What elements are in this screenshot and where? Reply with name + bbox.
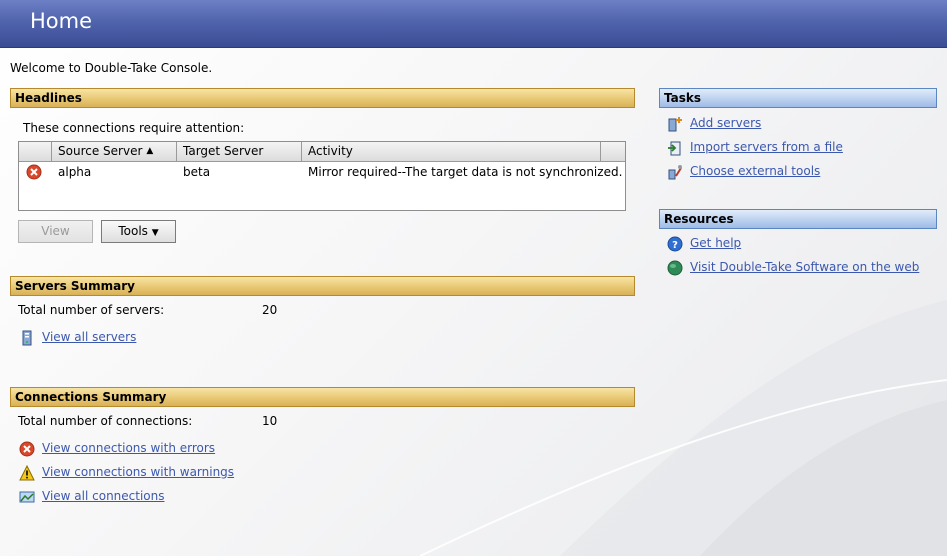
grid-header: Source Server ▲ Target Server Activity [19, 142, 625, 162]
view-all-servers-link[interactable]: View all servers [42, 330, 136, 344]
view-all-connections-link[interactable]: View all connections [42, 489, 165, 503]
servers-summary-header: Servers Summary [10, 276, 635, 296]
view-connections-errors-link[interactable]: View connections with errors [42, 441, 215, 455]
add-server-icon [668, 117, 682, 132]
grid-header-filler [601, 142, 625, 161]
connections-icon [19, 491, 35, 503]
warning-icon [19, 465, 35, 481]
connections-summary-header: Connections Summary [10, 387, 635, 407]
help-icon: ? [667, 236, 683, 252]
tools-button[interactable]: Tools ▼ [101, 220, 176, 243]
row-activity: Mirror required--The target data is not … [308, 165, 623, 179]
row-target-server: beta [183, 165, 211, 179]
error-icon [26, 164, 42, 180]
sort-ascending-icon: ▲ [146, 146, 154, 156]
view-connections-warnings-link[interactable]: View connections with warnings [42, 465, 234, 479]
servers-total-value: 20 [262, 303, 278, 317]
connections-total-value: 10 [262, 414, 278, 428]
resources-header: Resources [659, 209, 937, 229]
import-icon [668, 141, 681, 156]
server-icon [22, 330, 32, 346]
visit-website-link[interactable]: Visit Double-Take Software on the web [690, 260, 919, 274]
grid-header-source-label: Source Server [58, 144, 143, 158]
row-source-server: alpha [58, 165, 92, 179]
page-title: Home [30, 9, 93, 33]
tasks-header: Tasks [659, 88, 937, 108]
headlines-header: Headlines [10, 88, 635, 108]
add-servers-link[interactable]: Add servers [690, 116, 761, 130]
globe-icon [667, 260, 683, 276]
error-icon [19, 441, 35, 457]
import-servers-link[interactable]: Import servers from a file [690, 140, 843, 154]
get-help-link[interactable]: Get help [690, 236, 741, 250]
grid-header-source-server[interactable]: Source Server ▲ [52, 142, 177, 161]
view-button[interactable]: View [18, 220, 93, 243]
grid-header-target-server[interactable]: Target Server [177, 142, 302, 161]
choose-external-tools-link[interactable]: Choose external tools [690, 164, 820, 178]
tools-icon [668, 165, 682, 180]
tools-button-label: Tools [118, 224, 148, 238]
svg-text:?: ? [672, 240, 678, 251]
page-header: Home [0, 0, 947, 48]
dropdown-arrow-icon: ▼ [151, 228, 159, 238]
grid-header-status[interactable] [19, 142, 52, 161]
servers-total-label: Total number of servers: [18, 303, 165, 317]
grid-header-activity[interactable]: Activity [302, 142, 601, 161]
connections-grid[interactable]: Source Server ▲ Target Server Activity al… [18, 141, 626, 211]
headlines-subtitle: These connections require attention: [23, 121, 245, 135]
welcome-text: Welcome to Double-Take Console. [10, 61, 213, 75]
connections-total-label: Total number of connections: [18, 414, 193, 428]
